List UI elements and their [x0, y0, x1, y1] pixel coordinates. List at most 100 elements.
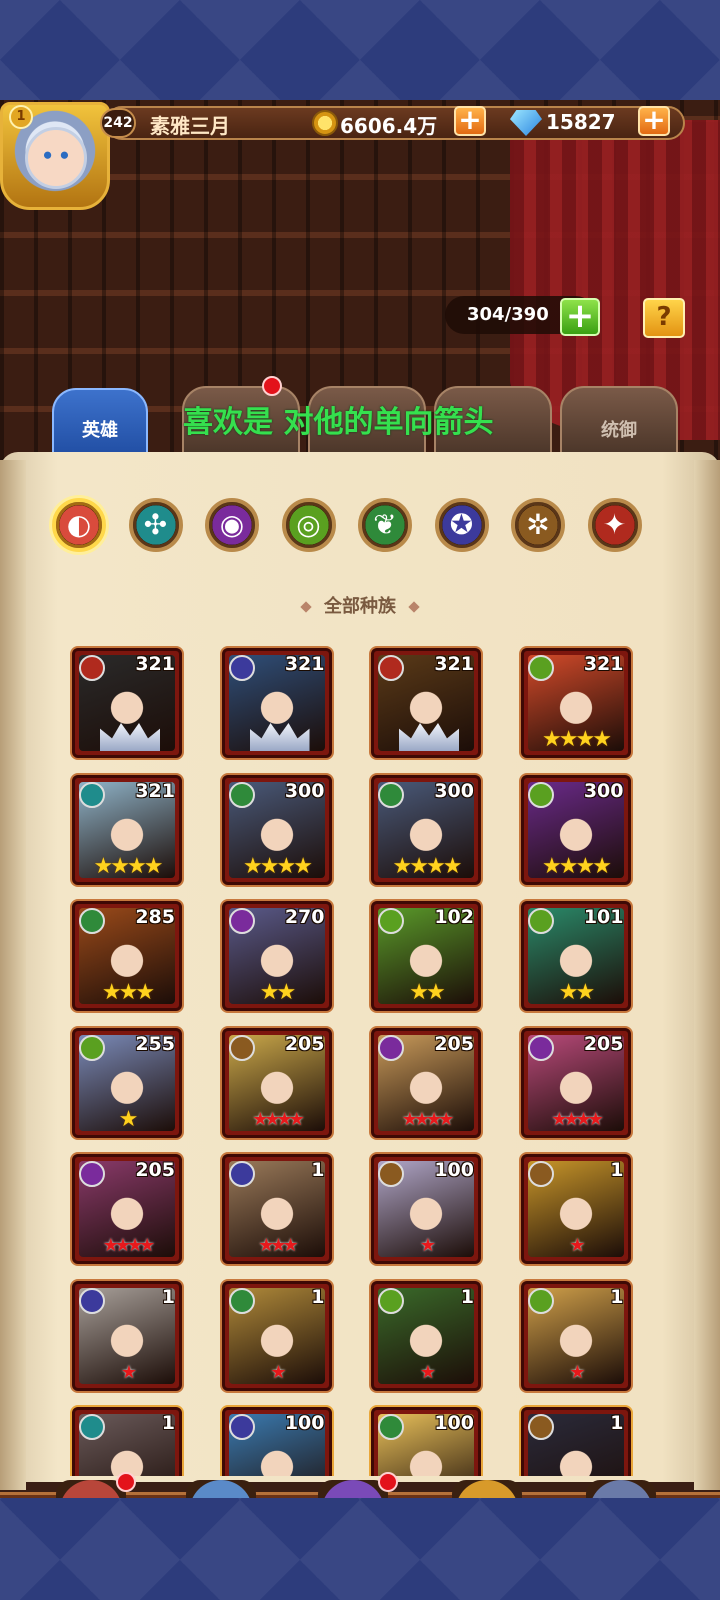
faction-icon — [228, 655, 255, 681]
faction-icon — [228, 908, 255, 934]
hero-level: 205 — [135, 1159, 175, 1181]
faction-icon — [228, 1034, 255, 1061]
hero-level: 102 — [434, 906, 474, 928]
tab-command[interactable]: 统御 — [560, 386, 678, 454]
hero-card[interactable]: 100 ★ — [371, 1154, 481, 1264]
nav-portal-button[interactable]: 探险 — [298, 1472, 408, 1498]
player-avatar[interactable]: 1 — [0, 102, 110, 210]
star-rating: ★ — [120, 1361, 137, 1383]
hero-card[interactable]: 1 ★ — [520, 1280, 631, 1391]
star-rating: ★ — [118, 1106, 139, 1132]
hero-card[interactable]: 1 ★ — [72, 1280, 182, 1391]
hero-level: 321 — [583, 653, 624, 675]
add-coins-button[interactable]: + — [454, 106, 486, 136]
hero-card[interactable]: 1 ★ — [371, 1280, 481, 1391]
hero-card[interactable]: 102 ★★ — [371, 901, 481, 1011]
nav-bag-button[interactable]: 背包 — [432, 1480, 542, 1498]
hero-level: 1 — [311, 1285, 325, 1308]
player-level: 242 — [100, 108, 136, 138]
hero-card[interactable]: 100 — [371, 1407, 481, 1476]
faction-icon — [527, 655, 554, 681]
faction-icon — [378, 1161, 404, 1187]
hero-level: 205 — [434, 1032, 474, 1055]
faction-icon — [378, 1034, 404, 1061]
guild-icon — [586, 1480, 656, 1498]
hero-level: 321 — [135, 779, 175, 802]
star-rating: ★★★ — [258, 1235, 298, 1256]
hero-card[interactable]: 285 ★★★ — [72, 901, 182, 1011]
player-name: 素雅三月 — [150, 114, 230, 138]
hero-card[interactable]: 300 ★★★★ — [520, 774, 631, 885]
hero-level: 1 — [610, 1159, 624, 1181]
game-viewport: 1 242 素雅三月 6606.4万 + 15827 + 304/390 + ?… — [0, 100, 720, 1498]
coin-icon — [312, 110, 338, 136]
filter-race-2-button[interactable]: ◉ — [205, 498, 259, 552]
notification-dot — [262, 376, 282, 396]
hero-card[interactable]: 205 ★★★★ — [520, 1027, 631, 1138]
hero-level: 101 — [583, 906, 624, 928]
add-gems-button[interactable]: + — [638, 106, 670, 136]
hero-card[interactable]: 205 ★★★★ — [221, 1027, 332, 1138]
hero-card[interactable]: 1 ★★★ — [221, 1154, 332, 1264]
hero-card[interactable]: 205 ★★★★ — [72, 1154, 182, 1264]
hero-card[interactable]: 255 ★ — [72, 1027, 182, 1138]
hero-level: 1 — [610, 1285, 624, 1308]
filter-race-3-button[interactable]: ◎ — [281, 498, 336, 552]
hero-card[interactable]: 300 ★★★★ — [371, 774, 481, 885]
hero-level: 300 — [434, 779, 474, 802]
hero-capacity: 304/390 — [467, 304, 549, 325]
tab-heroes[interactable]: 英雄 — [52, 388, 148, 458]
hero-level: 321 — [135, 653, 175, 675]
faction-icon — [79, 1034, 105, 1061]
star-rating: ★★ — [558, 980, 595, 1005]
faction-icon — [527, 1034, 554, 1061]
star-rating: ★★ — [259, 980, 296, 1005]
hero-card[interactable]: 1 ★ — [520, 1154, 631, 1264]
nav-guild-button[interactable]: 公会 — [566, 1480, 676, 1498]
gem-amount: 15827 — [546, 110, 616, 134]
faction-icon — [79, 908, 105, 934]
hero-card[interactable]: 1 — [72, 1407, 182, 1476]
filter-all-races-button[interactable]: ◐ — [52, 498, 106, 552]
hero-level: 100 — [434, 1159, 474, 1181]
star-rating: ★ — [419, 1361, 436, 1383]
hero-card[interactable]: 321 ★★★★ — [520, 648, 631, 758]
filter-race-4-button[interactable]: ❦ — [358, 498, 412, 552]
hero-card[interactable]: 321 ★★★★ — [72, 774, 182, 885]
hero-level: 270 — [284, 906, 325, 928]
hero-card[interactable]: 321 — [221, 648, 332, 758]
hero-level: 1 — [311, 1159, 325, 1181]
faction-icon — [527, 781, 554, 808]
hero-card[interactable]: 300 ★★★★ — [221, 774, 332, 885]
hero-card[interactable]: 1 ★ — [221, 1280, 332, 1391]
faction-icon — [527, 1287, 554, 1314]
hero-card[interactable]: 270 ★★ — [221, 901, 332, 1011]
faction-icon — [378, 1414, 404, 1440]
filter-race-6-button[interactable]: ✲ — [511, 498, 565, 552]
hero-card[interactable]: 101 ★★ — [520, 901, 631, 1011]
hero-card[interactable]: 100 — [221, 1407, 332, 1476]
hero-card[interactable]: 321 — [72, 648, 182, 758]
star-rating: ★★★★ — [243, 853, 313, 879]
vip-badge: 1 — [9, 105, 33, 129]
help-button[interactable]: ? — [643, 298, 685, 338]
star-rating: ★★ — [409, 980, 445, 1005]
filter-race-1-button[interactable]: ✣ — [128, 498, 183, 552]
filter-race-5-button[interactable]: ✪ — [434, 498, 489, 552]
filter-title: 全部种族 — [0, 592, 720, 618]
hero-level: 321 — [284, 653, 325, 675]
nav-castle-button[interactable]: 主城 — [36, 1472, 146, 1498]
hero-level: 1 — [610, 1412, 624, 1434]
star-rating: ★★★★ — [392, 853, 463, 879]
hero-card[interactable]: 1 — [520, 1407, 631, 1476]
star-rating: ★★★★ — [93, 853, 164, 879]
filter-race-7-button[interactable]: ✦ — [587, 498, 642, 552]
hero-card[interactable]: 205 ★★★★ — [371, 1027, 481, 1138]
expand-capacity-button[interactable]: + — [560, 298, 600, 336]
coin-amount: 6606.4万 — [340, 114, 438, 138]
nav-hero-button[interactable]: 英雄 — [166, 1480, 276, 1498]
filter-title-text: 全部种族 — [324, 596, 396, 617]
hero-level: 100 — [434, 1412, 474, 1434]
hero-level: 205 — [284, 1032, 325, 1055]
hero-card[interactable]: 321 — [371, 648, 481, 758]
